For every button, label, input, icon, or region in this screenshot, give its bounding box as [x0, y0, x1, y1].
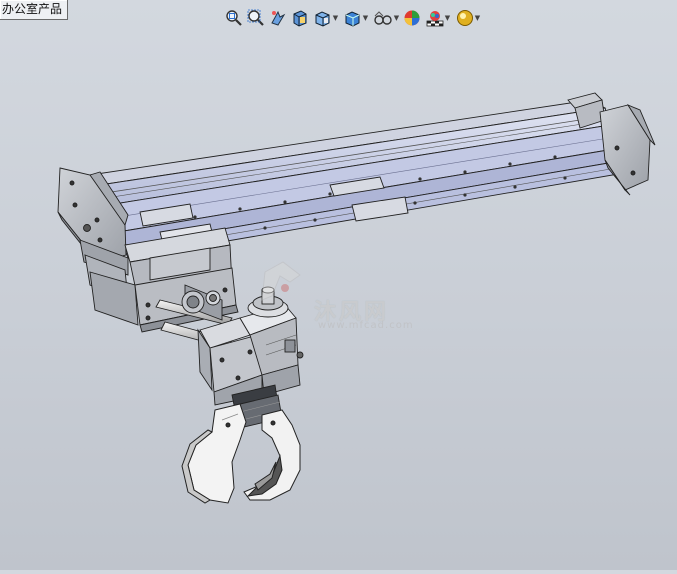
view-settings-icon — [456, 10, 473, 26]
zoom-to-area-button[interactable] — [246, 8, 266, 28]
view-orientation-icon — [315, 11, 330, 27]
zoom-to-fit-button[interactable] — [224, 8, 244, 28]
view-orientation-button[interactable]: ▼ — [312, 8, 340, 28]
chevron-down-icon: ▼ — [362, 14, 369, 22]
view-settings-button[interactable]: ▼ — [454, 8, 482, 28]
previous-view-icon — [271, 10, 286, 26]
appearance-icon — [404, 10, 420, 26]
watermark: 沐风网 www.mfcad.com — [258, 292, 438, 344]
linear-module-beam[interactable] — [89, 99, 631, 259]
display-style-button[interactable]: ▼ — [342, 8, 370, 28]
heads-up-view-toolbar: ▼ ▼ ▼ ▼ ▼ — [224, 7, 482, 29]
hide-show-icon — [374, 11, 392, 25]
section-view-button[interactable] — [290, 8, 310, 28]
chevron-down-icon: ▼ — [393, 14, 400, 22]
chevron-down-icon: ▼ — [474, 14, 481, 22]
graphics-area[interactable]: 沐风网 www.mfcad.com — [0, 30, 677, 570]
document-tab[interactable]: 办公室产品 — [0, 0, 69, 20]
previous-view-button[interactable] — [268, 8, 288, 28]
section-view-icon — [293, 10, 307, 27]
edit-appearance-button[interactable] — [402, 8, 422, 28]
hide-show-items-button[interactable]: ▼ — [372, 8, 400, 28]
gripper-finger-left[interactable] — [181, 403, 247, 504]
chevron-down-icon: ▼ — [332, 14, 339, 22]
watermark-url: www.mfcad.com — [318, 320, 414, 331]
chevron-down-icon: ▼ — [444, 14, 451, 22]
zoom-area-icon — [247, 9, 264, 26]
display-style-icon — [345, 11, 360, 27]
scene-icon — [426, 11, 444, 27]
zoom-fit-icon — [226, 10, 242, 26]
apply-scene-button[interactable]: ▼ — [424, 8, 452, 28]
